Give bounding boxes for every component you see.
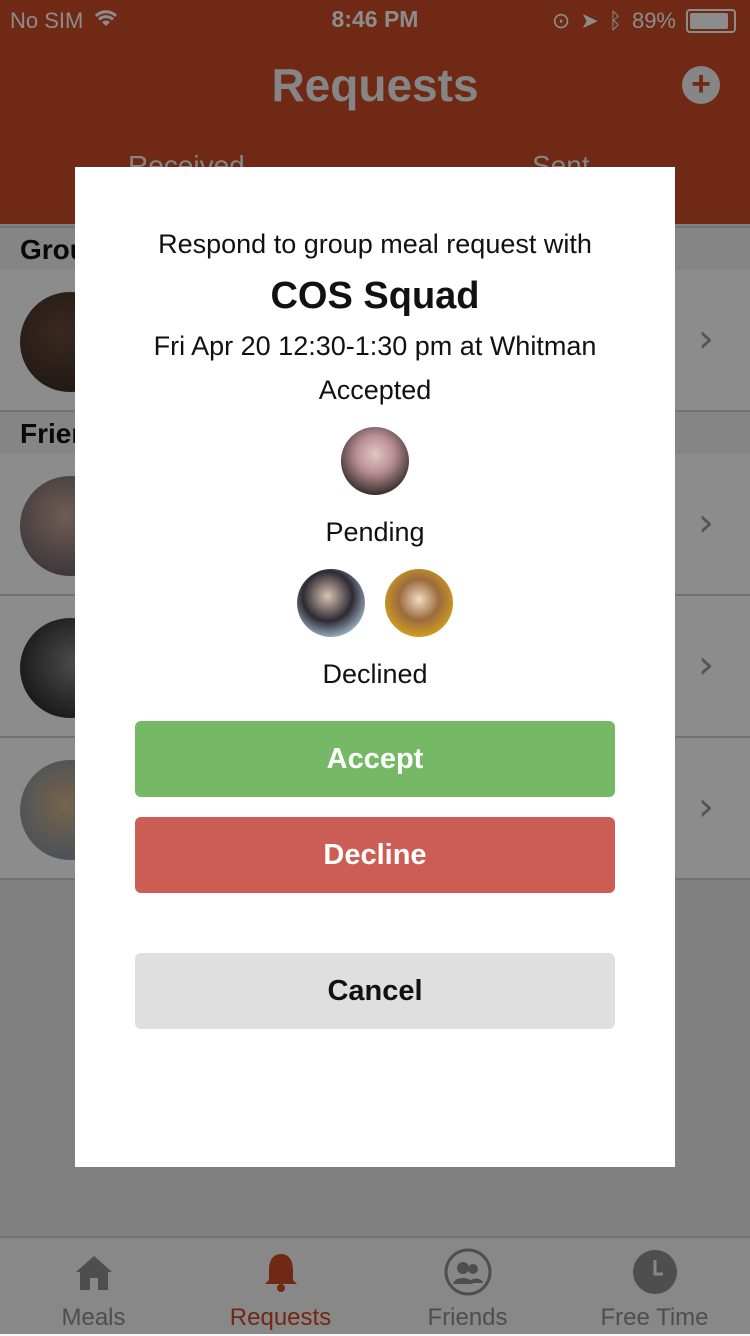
declined-label: Declined [322, 659, 428, 689]
group-name: COS Squad [270, 275, 480, 317]
group-meal-dialog: Respond to group meal request with COS S… [75, 167, 675, 1167]
pending-label: Pending [325, 517, 425, 547]
accept-button[interactable]: Accept [135, 721, 615, 797]
accepted-label: Accepted [318, 375, 432, 405]
accepted-avatar [341, 427, 409, 495]
dialog-intro: Respond to group meal request with [158, 229, 592, 259]
pending-avatar [297, 569, 365, 637]
pending-avatar [385, 569, 453, 637]
decline-button[interactable]: Decline [135, 817, 615, 893]
meal-details: Fri Apr 20 12:30-1:30 pm at Whitman [153, 331, 597, 361]
cancel-button[interactable]: Cancel [135, 953, 615, 1029]
